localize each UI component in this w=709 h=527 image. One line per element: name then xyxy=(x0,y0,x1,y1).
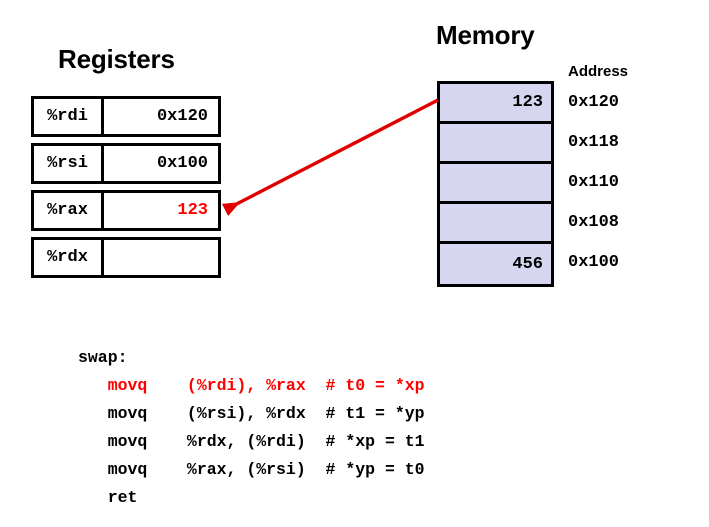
register-value: 0x120 xyxy=(156,107,208,126)
memory-cell-0x110 xyxy=(440,164,551,204)
register-row-rsi: %rsi 0x100 xyxy=(31,143,221,184)
register-row-rdi: %rdi 0x120 xyxy=(31,96,221,137)
memory-block: 123 456 xyxy=(437,81,554,287)
code-line-2: movq (%rsi), %rdx # t1 = *yp xyxy=(78,404,425,423)
register-value xyxy=(104,240,218,275)
address-column-header: Address xyxy=(568,63,629,80)
code-line-4: movq %rax, (%rsi) # *yp = t0 xyxy=(78,460,425,479)
code-line-1: movq (%rdi), %rax # t0 = *xp xyxy=(78,376,425,395)
address-column: Address 0x120 0x118 0x110 0x108 0x100 xyxy=(568,63,628,283)
memory-cell-0x118 xyxy=(440,124,551,164)
register-name: %rsi xyxy=(34,146,104,181)
register-row-rdx: %rdx xyxy=(31,237,221,278)
assembly-code-listing: swap: movq (%rdi), %rax # t0 = *xp movq … xyxy=(78,344,425,512)
register-row-rax: %rax 123 xyxy=(31,190,221,231)
address-label-0x108: 0x108 xyxy=(568,213,620,232)
address-label-0x100: 0x100 xyxy=(568,253,620,272)
code-line-0: swap: xyxy=(78,348,128,367)
register-name: %rax xyxy=(34,193,104,228)
register-name: %rdi xyxy=(34,99,104,134)
memory-cell-0x120: 123 xyxy=(440,84,551,124)
register-value: 0x100 xyxy=(156,154,208,173)
arrow-line xyxy=(221,98,439,216)
code-line-5: ret xyxy=(78,488,138,507)
memory-cell-0x108 xyxy=(440,204,551,244)
registers-table: %rdi 0x120 %rsi 0x100 %rax 123 %rdx xyxy=(31,96,221,284)
address-label-0x120: 0x120 xyxy=(568,93,620,112)
address-label-0x110: 0x110 xyxy=(568,173,620,192)
memory-title: Memory xyxy=(436,20,535,50)
register-value: 123 xyxy=(177,201,208,220)
register-name: %rdx xyxy=(34,240,104,275)
address-label-0x118: 0x118 xyxy=(568,133,620,152)
memory-cell-0x100: 456 xyxy=(512,254,543,274)
code-line-3: movq %rdx, (%rdi) # *xp = t1 xyxy=(78,432,425,451)
registers-title: Registers xyxy=(58,44,175,74)
